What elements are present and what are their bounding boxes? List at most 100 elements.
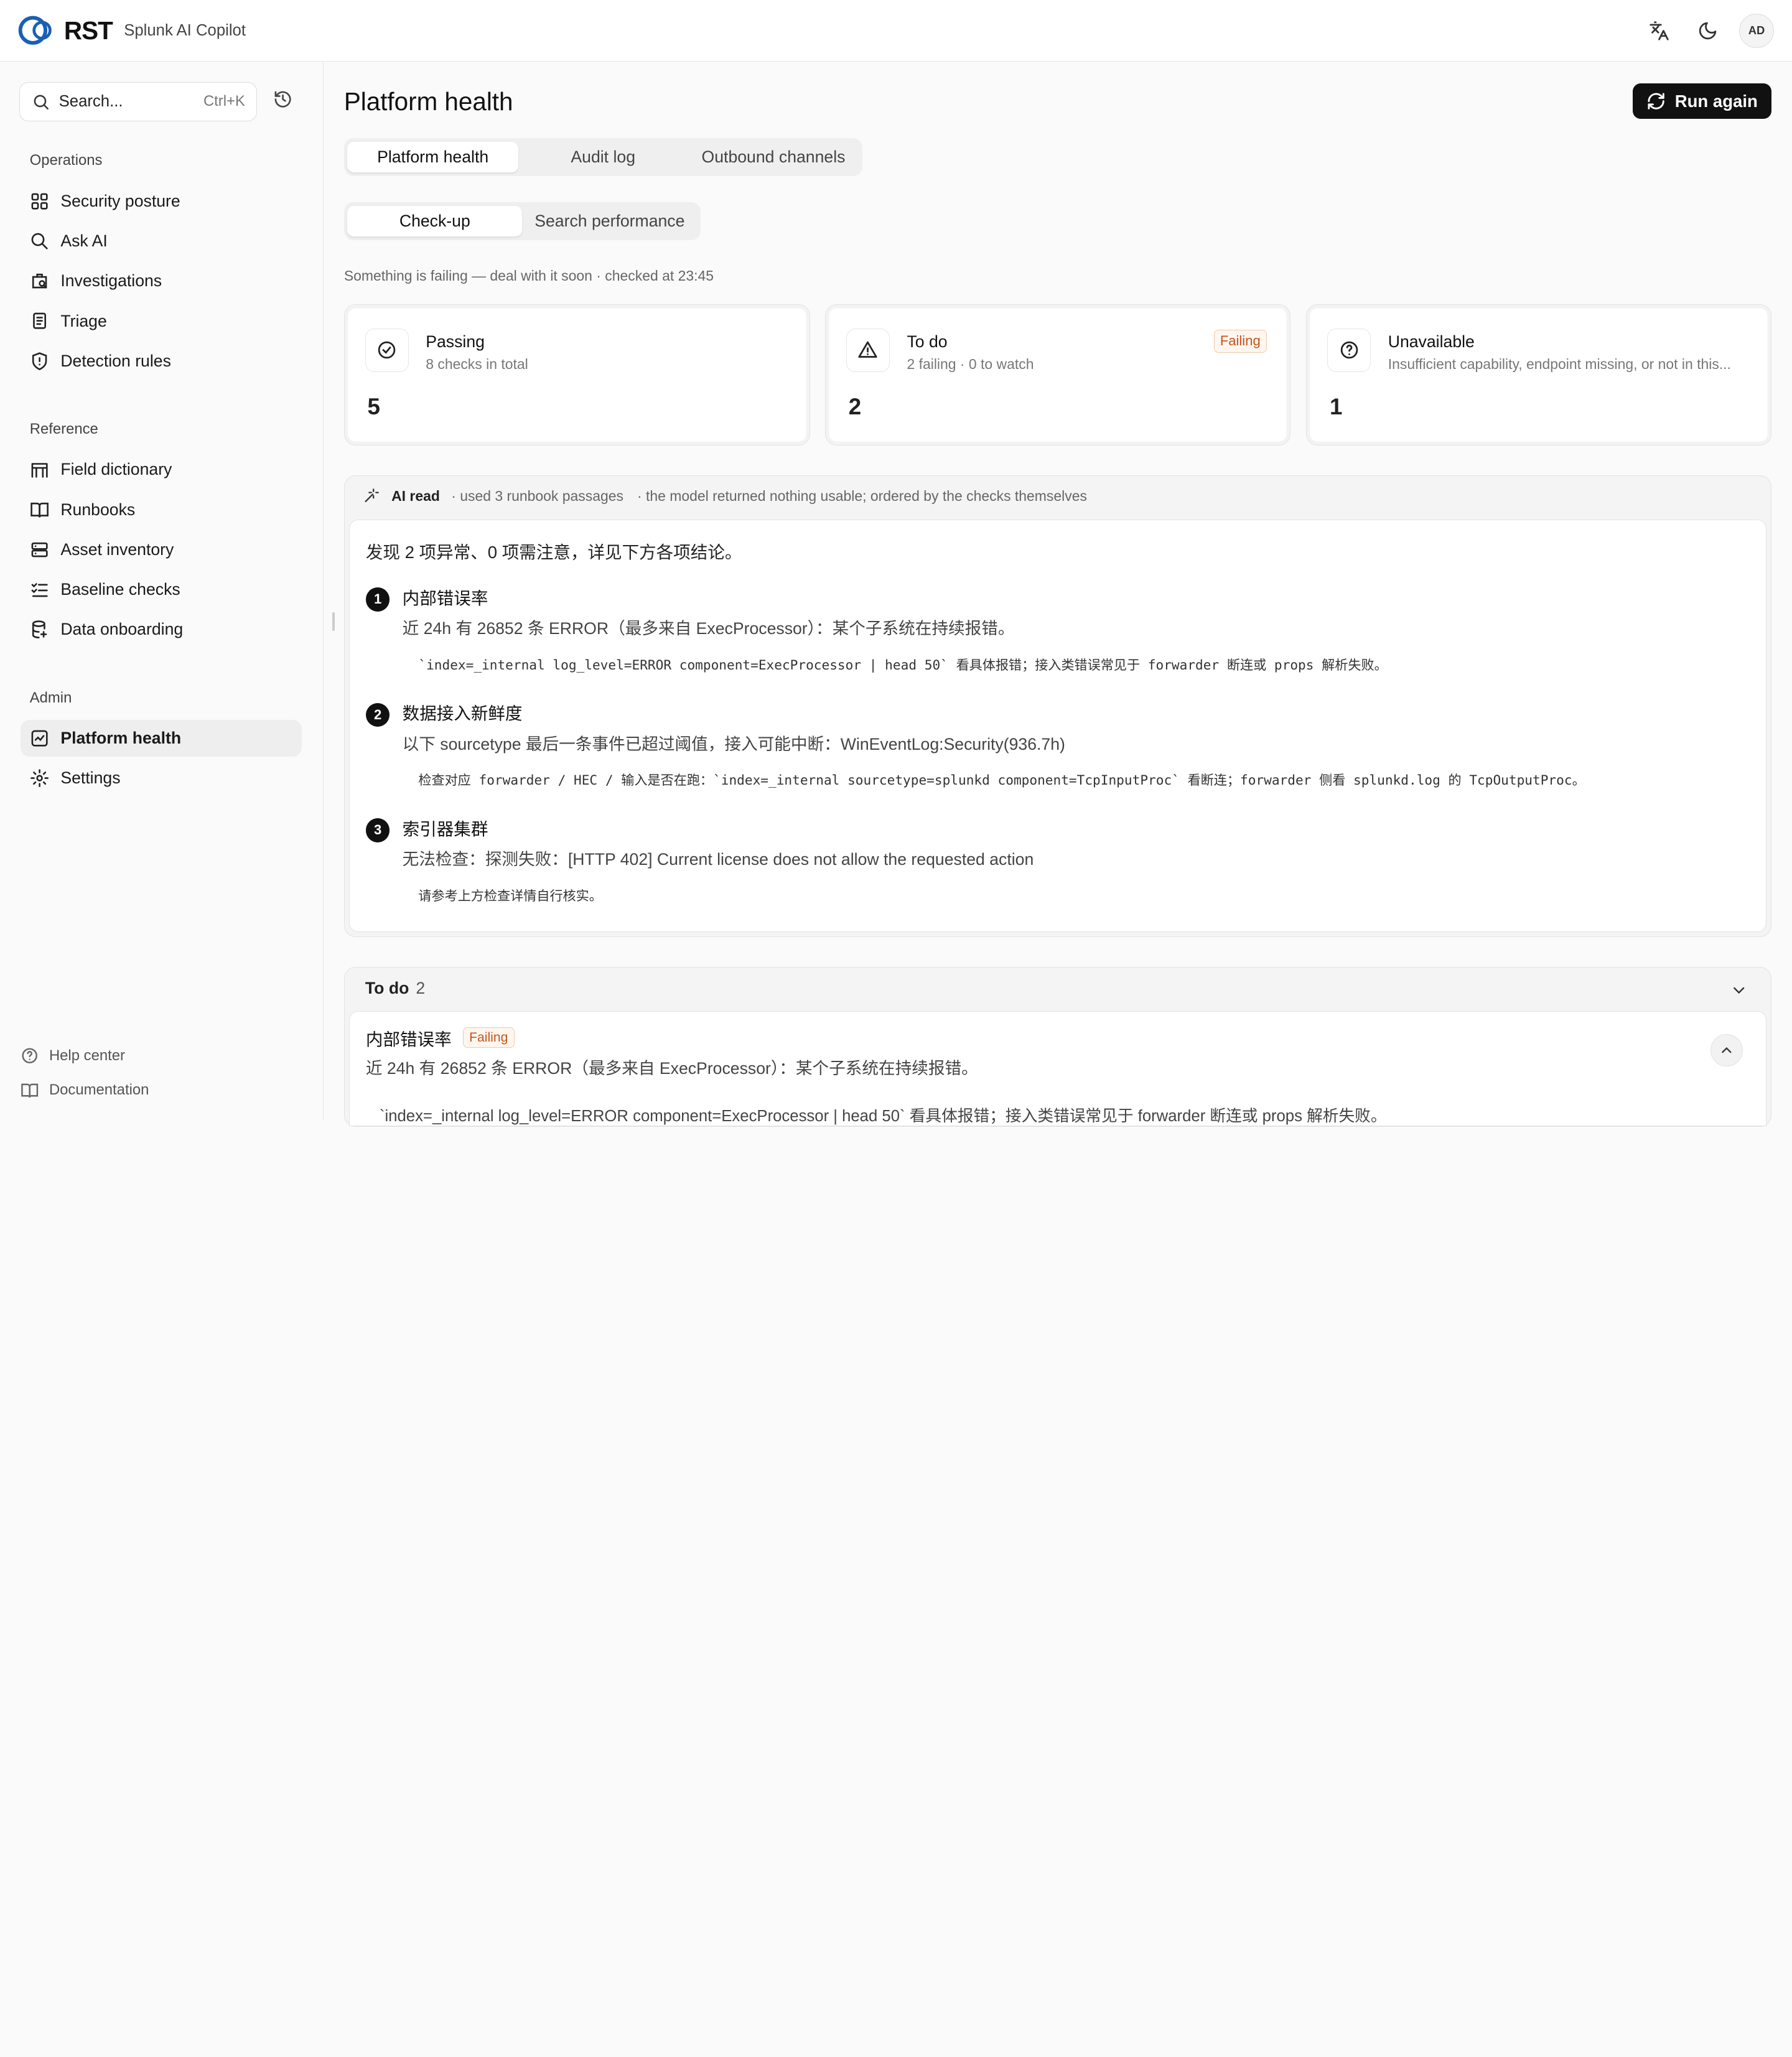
search-placeholder: Search... — [58, 92, 123, 110]
todo-item-description: 近 24h 有 26852 条 ERROR（最多来自 ExecProcessor… — [365, 1059, 978, 1078]
sidebar-item-security-posture[interactable]: Security posture — [21, 183, 302, 220]
run-again-label: Run again — [1674, 91, 1758, 111]
table-icon — [31, 463, 48, 478]
sidebar-item-label: Detection rules — [60, 351, 171, 370]
ai-read-label: AI read — [391, 487, 440, 504]
tab-search-performance[interactable]: Search performance — [522, 206, 697, 237]
todo-header[interactable]: To do 2 — [365, 979, 425, 998]
card-to-do[interactable]: To do 2 failing · 0 to watch 2 Failing — [825, 304, 1290, 446]
ai-read-header: AI read · used 3 runbook passages · the … — [363, 487, 1087, 505]
sidebar-item-investigations[interactable]: Investigations — [21, 263, 302, 299]
logo-rings-icon — [18, 14, 59, 46]
footer-label: Documentation — [49, 1081, 149, 1099]
tab-check-up[interactable]: Check-up — [347, 205, 523, 237]
card-title: Unavailable — [1388, 332, 1475, 351]
card-value: 5 — [367, 393, 380, 419]
sidebar-item-asset-inventory[interactable]: Asset inventory — [21, 531, 302, 568]
status-badge: Failing — [1213, 329, 1267, 353]
sidebar-item-triage[interactable]: Triage — [21, 303, 302, 340]
card-subtitle: 8 checks in total — [426, 356, 528, 373]
finding-number: 2 — [365, 702, 390, 727]
finding-query: `index=_internal log_level=ERROR compone… — [418, 656, 1388, 673]
sparkle-wand-icon — [365, 488, 380, 503]
search-input[interactable]: Search... Ctrl+K — [19, 82, 258, 121]
todo-title: To do — [365, 979, 409, 998]
translate-icon[interactable] — [1643, 14, 1675, 46]
sidebar-item-ask-ai[interactable]: Ask AI — [21, 223, 302, 259]
status-badge: Failing — [462, 1027, 515, 1048]
tab-platform-health[interactable]: Platform health — [347, 141, 518, 173]
moon-icon[interactable] — [1691, 14, 1723, 46]
tab-outbound-channels[interactable]: Outbound channels — [688, 142, 859, 173]
warning-icon — [846, 329, 890, 372]
sidebar-item-label: Triage — [60, 311, 107, 330]
tab-audit-log[interactable]: Audit log — [518, 142, 688, 173]
card-subtitle: Insufficient capability, endpoint missin… — [1388, 356, 1731, 373]
finding-description: 近 24h 有 26852 条 ERROR（最多来自 ExecProcessor… — [402, 619, 1015, 638]
sidebar-item-detection-rules[interactable]: Detection rules — [21, 343, 302, 380]
shield-icon — [32, 352, 47, 370]
sidebar-item-label: Investigations — [60, 271, 162, 291]
history-icon[interactable] — [273, 90, 292, 114]
card-value: 2 — [848, 393, 862, 419]
check-circle-icon — [365, 329, 409, 372]
page-title: Platform health — [343, 86, 513, 116]
user-avatar[interactable]: AD — [1739, 13, 1774, 48]
logo-text: RST — [63, 16, 113, 45]
run-again-button[interactable]: Run again — [1632, 83, 1771, 119]
search-shortcut: Ctrl+K — [203, 93, 245, 110]
card-title: Passing — [426, 332, 485, 351]
finding-number: 1 — [365, 587, 390, 612]
todo-item: 内部错误率 Failing 近 24h 有 26852 条 ERROR（最多来自… — [349, 1010, 1766, 1126]
case-icon — [32, 274, 47, 289]
book-icon — [30, 502, 49, 518]
search-icon — [31, 233, 48, 250]
finding-query: 检查对应 forwarder / HEC / 输入是否在跑：`index=_in… — [418, 772, 1585, 788]
todo-count: 2 — [416, 979, 426, 998]
chevron-down-icon[interactable] — [1730, 981, 1748, 1004]
finding-title: 数据接入新鲜度 — [402, 704, 523, 724]
sidebar-item-label: Asset inventory — [60, 539, 174, 559]
sidebar-item-platform-health[interactable]: Platform health — [21, 720, 302, 757]
ai-read-body: 发现 2 项异常、0 项需注意，详见下方各项结论。 1 内部错误率 近 24h … — [349, 519, 1766, 932]
brand-logo[interactable]: RST — [18, 14, 113, 46]
card-unavailable[interactable]: Unavailable Insufficient capability, end… — [1306, 304, 1771, 446]
checklist-icon — [31, 583, 48, 597]
ai-read-panel: AI read · used 3 runbook passages · the … — [343, 475, 1771, 938]
sidebar-item-label: Platform health — [60, 728, 182, 747]
sidebar-item-label: Settings — [60, 768, 121, 788]
sidebar-item-settings[interactable]: Settings — [21, 760, 302, 796]
sidebar-item-label: Ask AI — [60, 231, 108, 251]
ai-read-meta-passages: · used 3 runbook passages — [451, 487, 623, 504]
server-icon — [31, 542, 48, 557]
footer-help-center[interactable]: Help center — [21, 1047, 125, 1065]
footer-documentation[interactable]: Documentation — [21, 1081, 149, 1099]
sidebar-item-runbooks[interactable]: Runbooks — [21, 492, 302, 528]
gear-icon — [30, 769, 49, 788]
book-icon — [21, 1083, 39, 1098]
status-line: Something is failing — deal with it soon… — [343, 267, 714, 284]
sub-tabs: Check-up Search performance — [343, 202, 701, 240]
card-value: 1 — [1330, 393, 1343, 419]
database-icon — [32, 620, 47, 639]
todo-item-query: `index=_internal log_level=ERROR compone… — [379, 1107, 1387, 1125]
question-icon — [1327, 329, 1371, 372]
grid-icon — [31, 193, 48, 210]
sidebar-item-label: Runbooks — [60, 500, 136, 519]
sidebar-item-data-onboarding[interactable]: Data onboarding — [21, 612, 302, 648]
finding-number: 3 — [365, 818, 390, 842]
search-icon — [34, 95, 49, 110]
chevron-up-icon[interactable] — [1710, 1034, 1743, 1066]
activity-icon — [31, 730, 48, 747]
clipboard-icon — [32, 313, 46, 330]
main-tabs: Platform health Audit log Outbound chann… — [343, 138, 862, 176]
app-name: Splunk AI Copilot — [124, 21, 246, 39]
sidebar-item-baseline-checks[interactable]: Baseline checks — [21, 571, 302, 608]
top-bar: RST Splunk AI Copilot AD — [0, 0, 1792, 62]
sidebar: Search... Ctrl+K Operations Security pos… — [0, 62, 324, 1120]
card-passing[interactable]: Passing 8 checks in total 5 — [343, 304, 811, 446]
todo-panel: To do 2 内部错误率 Failing 近 24h 有 26852 条 ERR… — [343, 966, 1771, 1127]
refresh-icon — [1648, 93, 1664, 110]
sidebar-item-field-dictionary[interactable]: Field dictionary — [21, 451, 302, 488]
sidebar-item-label: Data onboarding — [60, 620, 184, 639]
